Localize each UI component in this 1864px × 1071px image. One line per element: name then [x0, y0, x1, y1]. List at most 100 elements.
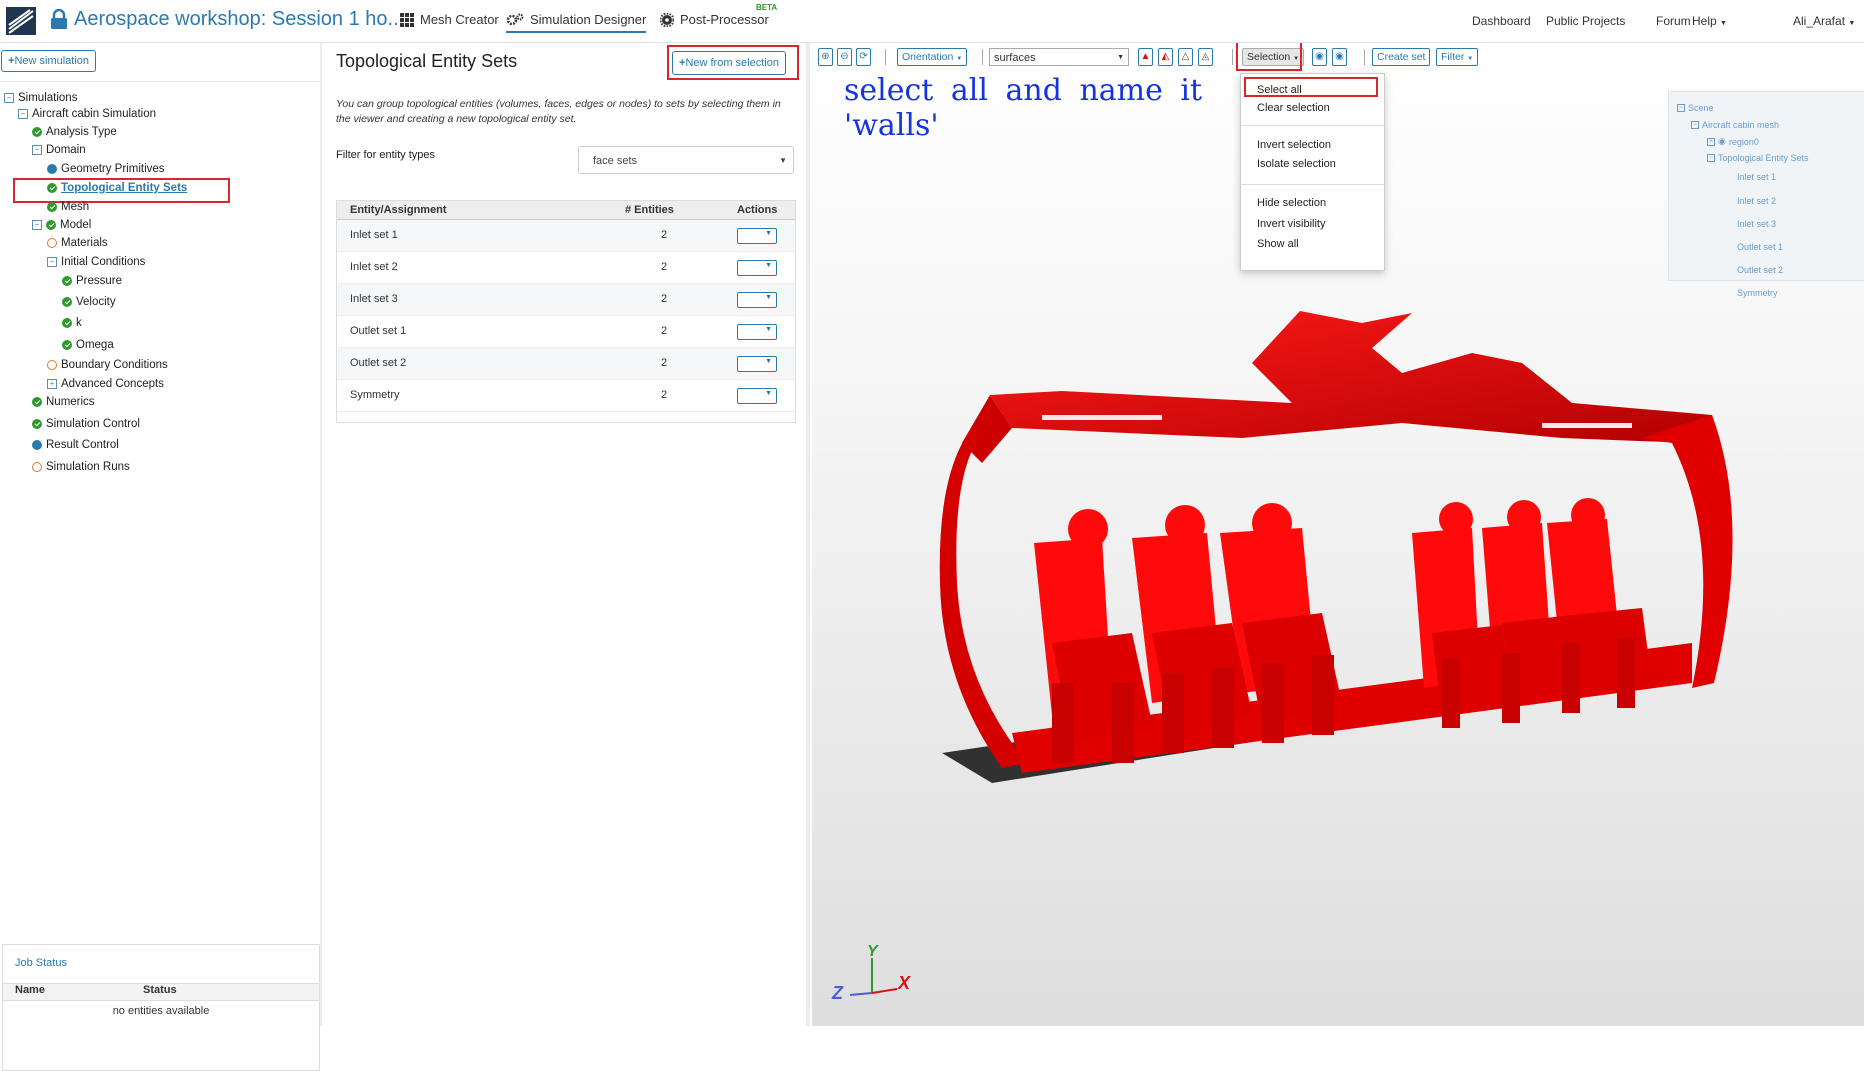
menu-item-invert-visibility[interactable]: Invert visibility	[1257, 218, 1325, 230]
caret-down-icon: ▼	[1848, 20, 1856, 27]
eye-icon[interactable]: ◉	[1718, 136, 1726, 147]
tree-node-velocity[interactable]: Velocity	[62, 296, 116, 308]
expand-icon[interactable]: +	[47, 379, 57, 389]
expand-icon[interactable]: +	[1707, 137, 1715, 146]
tree-node-initial-conditions[interactable]: − Initial Conditions	[47, 256, 145, 268]
nav-dashboard[interactable]: Dashboard	[1472, 14, 1531, 28]
tree-node-advanced-concepts[interactable]: + Advanced Concepts	[47, 378, 164, 390]
tree-node-materials[interactable]: Materials	[47, 237, 108, 249]
table-row[interactable]: Inlet set 3 2	[337, 284, 795, 316]
tree-node-domain[interactable]: − Domain	[32, 144, 86, 156]
scene-node-set-item[interactable]: Symmetry	[1737, 288, 1778, 298]
tree-node-numerics[interactable]: Numerics	[32, 396, 95, 408]
scene-node-region[interactable]: + ◉ region0	[1707, 136, 1759, 147]
row-actions-dropdown[interactable]	[737, 260, 777, 276]
caret-down-icon: ▼	[1720, 20, 1727, 27]
collapse-icon[interactable]: −	[32, 145, 42, 155]
scene-node-set-item[interactable]: Outlet set 1	[1737, 242, 1783, 252]
tab-mesh-creator-label: Mesh Creator	[420, 12, 499, 27]
project-title[interactable]: Aerospace workshop: Session 1 ho...	[74, 8, 404, 31]
tree-node-boundary-conditions[interactable]: Boundary Conditions	[47, 359, 168, 371]
collapse-icon[interactable]: −	[4, 93, 14, 103]
nav-public-projects[interactable]: Public Projects	[1546, 14, 1625, 28]
entity-sets-table: Entity/Assignment # Entities Actions Inl…	[336, 200, 796, 423]
user-name: Ali_Arafat	[1793, 14, 1846, 28]
simscale-logo-icon[interactable]	[6, 7, 36, 35]
check-circle-icon	[62, 276, 72, 286]
row-actions-dropdown[interactable]	[737, 292, 777, 308]
menu-item-hide-selection[interactable]: Hide selection	[1257, 197, 1326, 209]
panel-resizer[interactable]	[806, 43, 810, 1026]
collapse-icon[interactable]: −	[1677, 104, 1685, 112]
row-actions-dropdown[interactable]	[737, 228, 777, 244]
info-circle-icon	[32, 440, 42, 450]
tree-node-mesh[interactable]: Mesh	[47, 201, 89, 213]
scene-node[interactable]: − Scene	[1677, 103, 1714, 113]
user-menu[interactable]: Ali_Arafat ▼	[1793, 14, 1855, 28]
nav-forum[interactable]: Forum	[1656, 14, 1691, 28]
new-simulation-button[interactable]: +New simulation	[1, 50, 97, 72]
tree-node-geometry-primitives[interactable]: Geometry Primitives	[47, 163, 165, 175]
row-actions-dropdown[interactable]	[737, 388, 777, 404]
tab-post-processor[interactable]: Post-Processor	[660, 12, 769, 27]
tree-label: Model	[60, 219, 92, 231]
row-count: 2	[661, 261, 668, 273]
menu-item-clear-selection[interactable]: Clear selection	[1257, 102, 1330, 114]
scene-node-set-item[interactable]: Inlet set 1	[1737, 172, 1776, 182]
job-status-table-header: Name Status	[3, 983, 319, 1001]
beta-badge: BETA	[756, 3, 778, 12]
tree-node-pressure[interactable]: Pressure	[62, 275, 122, 287]
table-row[interactable]: Outlet set 2 2	[337, 348, 795, 380]
tree-node-omega[interactable]: Omega	[62, 339, 114, 351]
highlight-box	[667, 45, 799, 80]
table-row[interactable]: Outlet set 1 2	[337, 316, 795, 348]
collapse-icon[interactable]: −	[1691, 121, 1699, 129]
scene-node-set-item[interactable]: Outlet set 2	[1737, 265, 1783, 275]
col-status: Status	[143, 984, 177, 996]
collapse-icon[interactable]: −	[18, 109, 28, 119]
row-name: Outlet set 1	[350, 325, 407, 337]
tab-simulation-designer[interactable]: Simulation Designer	[506, 12, 647, 33]
entity-type-filter-select[interactable]: face sets ▼	[578, 146, 794, 174]
tree-label: Materials	[61, 237, 108, 249]
light-strip	[1042, 415, 1162, 420]
tree-label: Omega	[76, 339, 114, 351]
tab-mesh-creator[interactable]: Mesh Creator	[400, 12, 499, 27]
3d-viewer[interactable]: ⊕ ⊖ ⟳ Orientation ▼ surfaces ▼ ▲ ◭ △ ◬ S…	[812, 43, 1864, 1026]
table-footer	[337, 412, 795, 422]
top-navbar: Aerospace workshop: Session 1 ho... Mesh…	[0, 0, 1864, 43]
table-row[interactable]: Inlet set 1 2	[337, 220, 795, 252]
table-row[interactable]: Inlet set 2 2	[337, 252, 795, 284]
scene-node-mesh[interactable]: − Aircraft cabin mesh	[1691, 120, 1779, 130]
tree-node-k[interactable]: k	[62, 317, 82, 329]
tree-node-analysis-type[interactable]: Analysis Type	[32, 126, 117, 138]
check-circle-icon	[62, 340, 72, 350]
row-actions-dropdown[interactable]	[737, 356, 777, 372]
tree-node-result-control[interactable]: Result Control	[32, 439, 119, 451]
nav-help-label: Help	[1692, 14, 1717, 28]
tree-node-simulation-runs[interactable]: Simulation Runs	[32, 461, 130, 473]
tree-node-model[interactable]: − Model	[32, 219, 91, 231]
tree-node-simulations[interactable]: − Simulations	[4, 92, 77, 104]
check-circle-icon	[47, 202, 57, 212]
scene-node-sets[interactable]: − Topological Entity Sets	[1707, 153, 1809, 163]
scene-node-set-item[interactable]: Inlet set 3	[1737, 219, 1776, 229]
header-entities-count: # Entities	[625, 204, 674, 216]
tree-label: Analysis Type	[46, 126, 117, 138]
scene-node-set-item[interactable]: Inlet set 2	[1737, 196, 1776, 206]
menu-item-invert-selection[interactable]: Invert selection	[1257, 139, 1331, 151]
nav-help[interactable]: Help ▼	[1692, 14, 1727, 28]
axes-triad: Y X Z	[832, 943, 922, 1018]
tree-node-aircraft-cabin-simulation[interactable]: − Aircraft cabin Simulation	[18, 108, 156, 120]
row-actions-dropdown[interactable]	[737, 324, 777, 340]
collapse-icon[interactable]: −	[1707, 154, 1715, 162]
job-status-title: Job Status	[15, 957, 67, 969]
table-row[interactable]: Symmetry 2	[337, 380, 795, 412]
tree-node-simulation-control[interactable]: Simulation Control	[32, 418, 140, 430]
menu-item-isolate-selection[interactable]: Isolate selection	[1257, 158, 1336, 170]
collapse-icon[interactable]: −	[47, 257, 57, 267]
mesh-label: Aircraft cabin mesh	[1702, 120, 1780, 130]
menu-item-show-all[interactable]: Show all	[1257, 238, 1299, 250]
tree-label: Numerics	[46, 396, 95, 408]
collapse-icon[interactable]: −	[32, 220, 42, 230]
